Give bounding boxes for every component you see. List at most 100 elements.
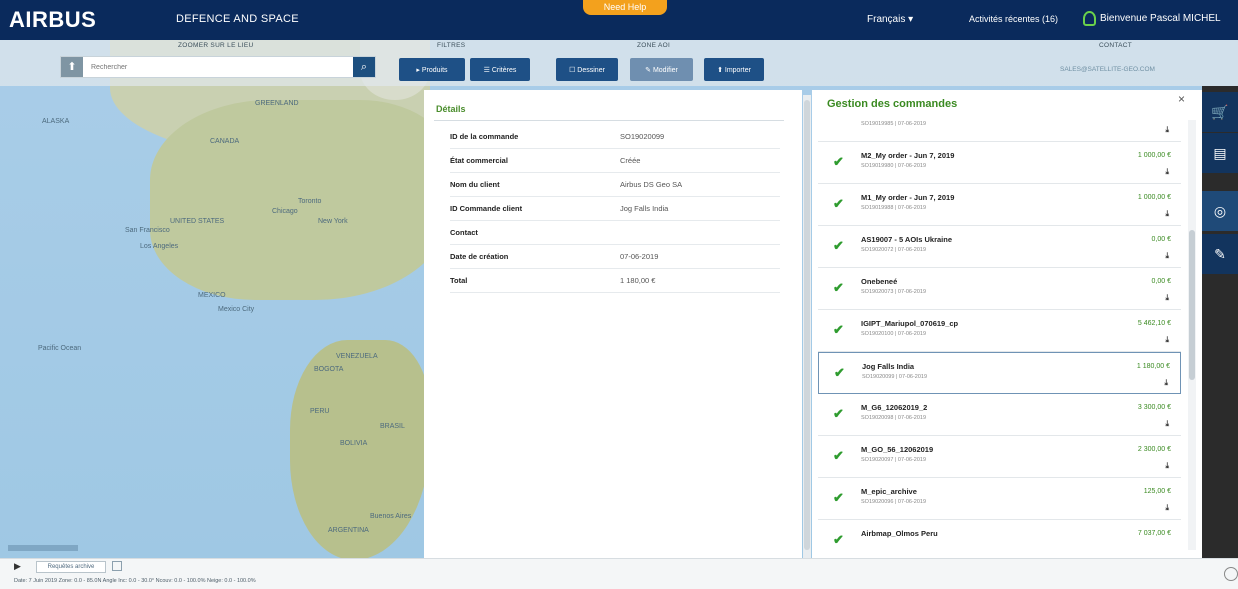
- map-label: GREENLAND: [255, 100, 299, 107]
- order-row-selected[interactable]: ✔ Jog Falls India SO19020099 | 07-06-201…: [818, 352, 1181, 394]
- order-amount: 0,00 €: [1151, 236, 1171, 243]
- map-label: Mexico City: [218, 306, 255, 313]
- order-row[interactable]: ✔ M2_My order - Jun 7, 2019 SO19019980 |…: [818, 142, 1181, 184]
- orders-scrollbar[interactable]: [1188, 120, 1196, 550]
- order-amount: 7 037,00 €: [1137, 530, 1171, 537]
- edit-note-icon[interactable]: ✎: [1202, 234, 1238, 274]
- order-sub: SO19020072 | 07-06-2019: [861, 247, 927, 253]
- detail-value: Créée: [620, 156, 641, 165]
- map-landmass-south-america: [290, 340, 430, 558]
- download-icon[interactable]: ⤓: [1165, 125, 1169, 135]
- order-row[interactable]: ✔ Onebeneé SO19020073 | 07-06-2019 0,00 …: [818, 268, 1181, 310]
- orders-list: SO19019985 | 07-06-2019 ⤓ ✔ M2_My order …: [818, 114, 1181, 558]
- orders-icon[interactable]: ◎: [1202, 191, 1238, 231]
- order-amount: 0,00 €: [1151, 278, 1171, 285]
- map-label: Buenos Aires: [370, 513, 412, 520]
- order-name: Onebeneé: [861, 277, 898, 286]
- search-box: ⬆ ⌕: [60, 56, 376, 78]
- division-name: DEFENCE AND SPACE: [176, 13, 299, 25]
- map-label: Pacific Ocean: [38, 345, 82, 352]
- order-details-panel: Détails ID de la commande SO19020099 Éta…: [424, 90, 802, 558]
- catalog-icon[interactable]: ▤: [1202, 133, 1238, 173]
- edit-button[interactable]: ✎ Modifier: [630, 58, 693, 81]
- criteria-button[interactable]: ☰ Critères: [470, 58, 530, 81]
- check-icon: ✔: [833, 532, 844, 547]
- order-row[interactable]: ✔ AS19007 - 5 AOIs Ukraine SO19020072 | …: [818, 226, 1181, 268]
- map-label: ALASKA: [42, 118, 70, 125]
- map-label: San Francisco: [125, 227, 170, 234]
- download-icon[interactable]: ⤓: [1165, 503, 1169, 513]
- location-up-icon[interactable]: ⬆: [61, 57, 83, 77]
- download-icon[interactable]: ⤓: [1164, 378, 1168, 388]
- detail-label: Total: [450, 276, 468, 285]
- scroll-thumb[interactable]: [804, 100, 810, 550]
- order-name: Jog Falls India: [862, 362, 915, 371]
- order-row[interactable]: SO19019985 | 07-06-2019 ⤓: [818, 114, 1181, 142]
- archive-requests-button[interactable]: Requêtes archive: [36, 561, 106, 573]
- order-name: IGIPT_Mariupol_070619_cp: [861, 319, 959, 328]
- map-label: Chicago: [272, 208, 298, 215]
- detail-label: Contact: [450, 228, 478, 237]
- order-row[interactable]: ✔ IGIPT_Mariupol_070619_cp SO19020100 | …: [818, 310, 1181, 352]
- check-icon: ✔: [834, 365, 845, 380]
- order-name: M_epic_archive: [861, 487, 917, 496]
- scroll-thumb[interactable]: [1189, 230, 1195, 380]
- check-icon: ✔: [833, 154, 844, 169]
- search-input[interactable]: [89, 60, 339, 74]
- download-icon[interactable]: ⤓: [1165, 293, 1169, 303]
- zoom-group-label: ZOOMER SUR LE LIEU: [178, 42, 254, 49]
- aoi-group-label: ZONE AOI: [637, 42, 671, 49]
- contact-group-label: CONTACT: [1099, 42, 1133, 49]
- download-icon[interactable]: ⤓: [1165, 419, 1169, 429]
- map-label: CANADA: [210, 138, 240, 145]
- zoom-icon[interactable]: [1224, 567, 1238, 581]
- user-menu[interactable]: Bienvenue Pascal MICHEL: [1083, 11, 1221, 26]
- order-row[interactable]: ✔ M_epic_archive SO19020096 | 07-06-2019…: [818, 478, 1181, 520]
- draw-button[interactable]: ☐ Dessiner: [556, 58, 618, 81]
- detail-value: 07-06-2019: [620, 252, 659, 261]
- order-row[interactable]: ✔ M_GO_56_12062019 SO19020097 | 07-06-20…: [818, 436, 1181, 478]
- cart-icon[interactable]: 🛒: [1202, 92, 1238, 132]
- map-label: BRASIL: [380, 423, 405, 430]
- order-row[interactable]: ✔ M1_My order - Jun 7, 2019 SO19019988 |…: [818, 184, 1181, 226]
- download-icon[interactable]: ⤓: [1165, 209, 1169, 219]
- order-sub: SO19019980 | 07-06-2019: [861, 163, 927, 169]
- download-icon[interactable]: ⤓: [1165, 251, 1169, 261]
- detail-row: Contact: [450, 221, 780, 245]
- layers-icon[interactable]: [112, 561, 122, 571]
- order-row[interactable]: ✔ M_G6_12062019_2 SO19020098 | 07-06-201…: [818, 394, 1181, 436]
- details-divider: [434, 120, 784, 121]
- order-sub: SO19020073 | 07-06-2019: [861, 289, 927, 295]
- orders-title: Gestion des commandes: [827, 98, 958, 110]
- detail-row: ID de la commande SO19020099: [450, 125, 780, 149]
- detail-row: Date de création 07-06-2019: [450, 245, 780, 269]
- detail-value: Airbus DS Geo SA: [620, 180, 683, 189]
- detail-label: Date de création: [450, 252, 509, 261]
- map-label: UNITED STATES: [170, 218, 225, 225]
- import-button[interactable]: ⬆ Importer: [704, 58, 764, 81]
- top-bar: AIRBUS DEFENCE AND SPACE Need Help Franç…: [0, 0, 1238, 40]
- airbus-logo[interactable]: AIRBUS: [9, 7, 96, 33]
- download-icon[interactable]: ⤓: [1165, 461, 1169, 471]
- search-button[interactable]: ⌕: [353, 57, 375, 77]
- contact-email[interactable]: SALES@SATELLITE-GEO.COM: [1060, 66, 1155, 73]
- panel-splitter-scrollbar[interactable]: [803, 95, 811, 558]
- recent-activity-link[interactable]: Activités récentes (16): [969, 14, 1058, 24]
- detail-value: 1 180,00 €: [620, 276, 656, 285]
- products-button[interactable]: ▸ Produits: [399, 58, 465, 81]
- check-icon: ✔: [833, 448, 844, 463]
- help-button[interactable]: Need Help: [583, 0, 667, 15]
- download-icon[interactable]: ⤓: [1165, 335, 1169, 345]
- order-amount: 3 300,00 €: [1137, 404, 1171, 411]
- expand-arrow-icon[interactable]: ▶: [14, 561, 21, 572]
- check-icon: ✔: [833, 490, 844, 505]
- download-icon[interactable]: ⤓: [1165, 167, 1169, 177]
- map-label: New York: [318, 218, 348, 225]
- order-row[interactable]: ✔ Airbmap_Olmos Peru 7 037,00 €: [818, 520, 1181, 558]
- order-sub: SO19020096 | 07-06-2019: [861, 499, 927, 505]
- filter-summary: Date: 7 Juin 2019 Zone: 0.0 - 85.0N Angl…: [14, 578, 256, 584]
- detail-row: Total 1 180,00 €: [450, 269, 780, 293]
- close-icon[interactable]: ×: [1178, 92, 1185, 106]
- map-scale-bar: [8, 545, 78, 551]
- language-selector[interactable]: Français ▾: [867, 14, 913, 25]
